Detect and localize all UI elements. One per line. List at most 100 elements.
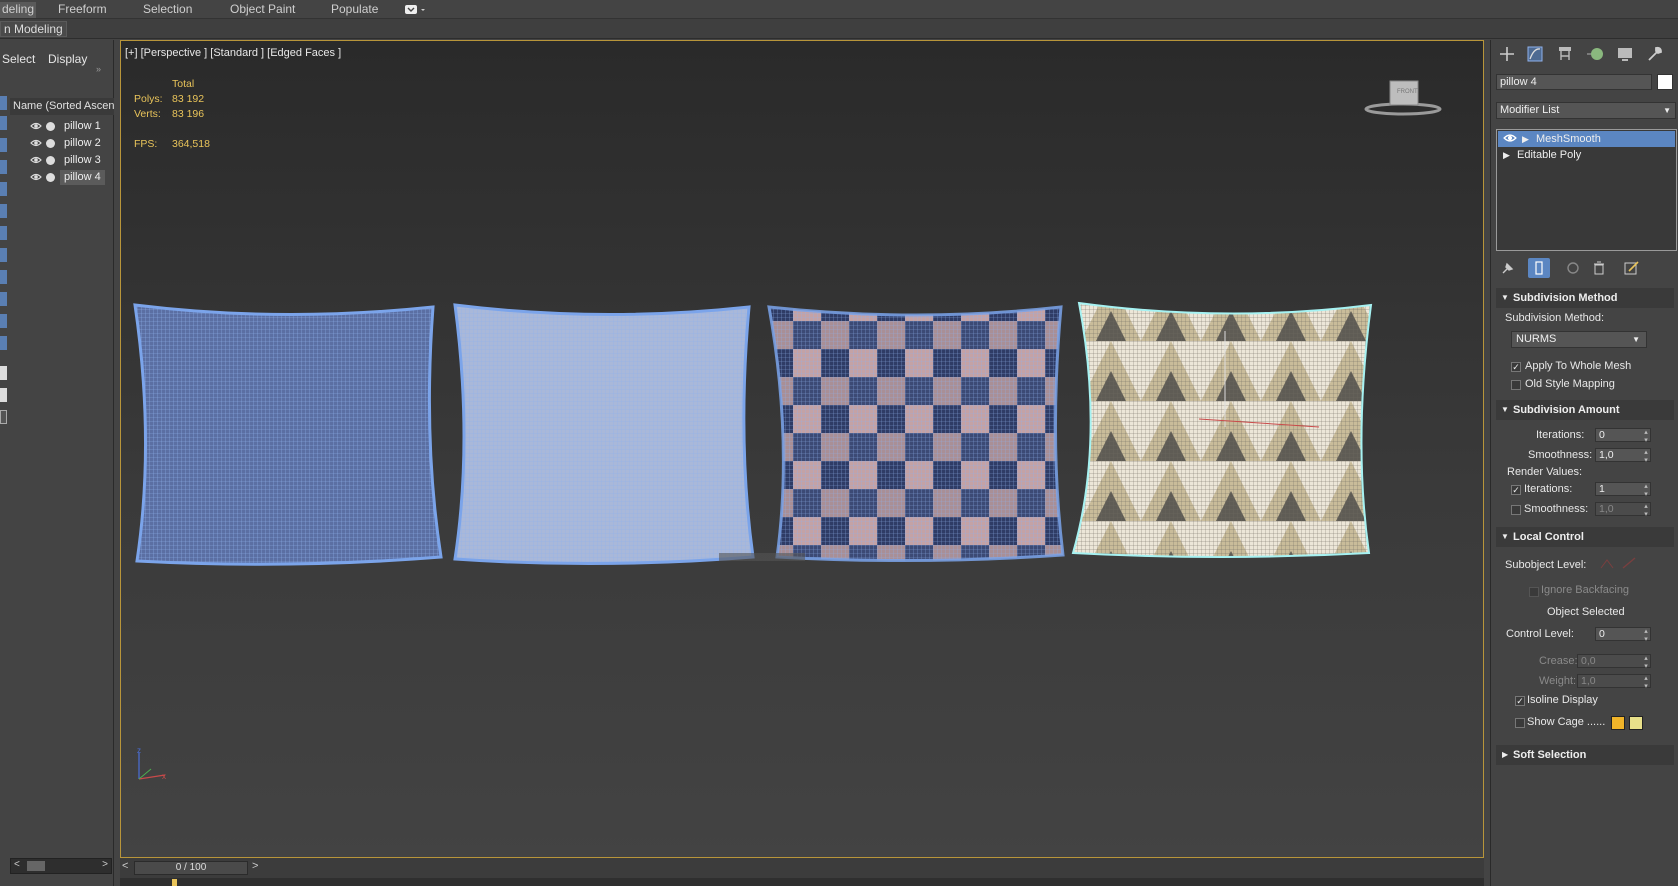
create-tab-icon[interactable] xyxy=(1497,44,1519,64)
cage-selection-color-swatch[interactable] xyxy=(1629,716,1643,730)
expand-arrow-icon[interactable]: ▶ xyxy=(1503,147,1510,163)
viewcube[interactable]: FRONT xyxy=(1363,79,1443,121)
make-unique-icon[interactable] xyxy=(1566,261,1580,278)
eye-icon[interactable] xyxy=(30,121,42,131)
ribbon-tab-freeform[interactable]: Freeform xyxy=(58,2,107,18)
utilities-tab-icon[interactable] xyxy=(1645,44,1667,64)
eye-icon[interactable] xyxy=(30,155,42,165)
weight-spinner[interactable]: 1,0 xyxy=(1577,674,1651,690)
rollout-subdivision-amount[interactable]: ▼ Subdivision Amount xyxy=(1496,400,1674,420)
list-item[interactable]: pillow 4 xyxy=(10,169,114,186)
isoline-display-checkbox[interactable]: ✓ xyxy=(1515,696,1525,706)
ribbon-tab-selection[interactable]: Selection xyxy=(143,2,192,18)
scroll-thumb[interactable] xyxy=(27,861,45,871)
display-none-filter-icon[interactable] xyxy=(0,410,7,424)
object-color-swatch[interactable] xyxy=(1657,74,1673,90)
display-shapes-icon[interactable] xyxy=(0,138,7,152)
show-cage-checkbox[interactable] xyxy=(1515,718,1525,728)
eye-icon[interactable] xyxy=(30,172,42,182)
trash-icon[interactable] xyxy=(1592,261,1606,278)
display-helpers-icon[interactable] xyxy=(0,204,7,218)
subdivision-method-dropdown[interactable]: NURMS ▼ xyxy=(1511,331,1647,348)
apply-whole-mesh-checkbox[interactable]: ✓ xyxy=(1511,362,1521,372)
display-containers-icon[interactable] xyxy=(0,314,7,328)
ribbon-tab-populate[interactable]: Populate xyxy=(331,2,378,18)
eye-icon[interactable] xyxy=(30,138,42,148)
display-tab-icon[interactable] xyxy=(1615,44,1637,64)
rollout-local-control[interactable]: ▼ Local Control xyxy=(1496,527,1674,547)
display-xrefs-icon[interactable] xyxy=(0,270,7,284)
list-item-label: pillow 4 xyxy=(60,170,105,185)
control-level-spinner[interactable]: 0 xyxy=(1595,627,1651,643)
next-frame-button[interactable]: > xyxy=(252,860,258,872)
render-toggle-icon[interactable] xyxy=(46,156,55,165)
cage-color-swatch[interactable] xyxy=(1611,716,1625,730)
display-spacewarps-icon[interactable] xyxy=(0,226,7,240)
object-name-field[interactable]: pillow 4 xyxy=(1496,74,1652,90)
expand-icon[interactable]: » xyxy=(96,64,101,74)
display-none-icon[interactable] xyxy=(0,96,7,110)
expand-arrow-icon[interactable]: ▶ xyxy=(1522,131,1529,147)
ribbon-tab-object-paint[interactable]: Object Paint xyxy=(230,2,295,18)
viewport-label[interactable]: [+] [Perspective ] [Standard ] [Edged Fa… xyxy=(125,47,341,59)
apply-whole-mesh-label: Apply To Whole Mesh xyxy=(1525,360,1632,372)
crease-spinner[interactable]: 0,0 xyxy=(1577,654,1651,670)
rollout-subdivision-method[interactable]: ▼ Subdivision Method xyxy=(1496,288,1674,308)
old-style-mapping-checkbox[interactable] xyxy=(1511,380,1521,390)
time-slider[interactable]: 0 / 100 xyxy=(134,861,248,875)
prev-frame-button[interactable]: < xyxy=(122,860,128,872)
explorer-scrollbar[interactable]: < > xyxy=(10,858,112,874)
list-item-label: pillow 3 xyxy=(64,154,101,166)
explorer-column-header[interactable]: Name (Sorted Ascending) xyxy=(10,98,114,115)
render-toggle-icon[interactable] xyxy=(46,139,55,148)
iterations-spinner[interactable]: 0 xyxy=(1595,428,1651,444)
edge-level-icon[interactable] xyxy=(1621,556,1637,573)
timeline-ruler[interactable] xyxy=(120,878,1484,886)
explorer-menu-display[interactable]: Display xyxy=(48,52,87,66)
list-item[interactable]: pillow 1 xyxy=(10,118,114,135)
render-iterations-spinner[interactable]: 1 xyxy=(1595,482,1651,498)
display-bones-icon[interactable] xyxy=(0,292,7,306)
display-groups-icon[interactable] xyxy=(0,248,7,262)
vertex-level-icon[interactable] xyxy=(1599,556,1615,573)
list-item[interactable]: pillow 2 xyxy=(10,135,114,152)
display-all-icon[interactable] xyxy=(0,366,7,380)
rollout-soft-selection[interactable]: ▶ Soft Selection xyxy=(1496,745,1674,765)
render-iterations-checkbox[interactable]: ✓ xyxy=(1511,485,1521,495)
ribbon-tab-modeling[interactable]: deling xyxy=(0,2,37,18)
show-end-result-icon[interactable] xyxy=(1528,258,1550,278)
motion-tab-icon[interactable] xyxy=(1585,44,1607,64)
render-smoothness-checkbox[interactable] xyxy=(1511,505,1521,515)
perspective-viewport[interactable]: z x [+] [Perspective ] [Standard ] [Edge… xyxy=(120,40,1484,858)
display-geometry-icon[interactable] xyxy=(0,116,7,130)
hierarchy-tab-icon[interactable] xyxy=(1555,44,1577,64)
ribbon-panel-label[interactable]: n Modeling xyxy=(0,21,67,37)
modifier-stack[interactable]: ▶ MeshSmooth ▶ Editable Poly xyxy=(1496,129,1677,251)
time-slider-bar: < 0 / 100 > xyxy=(120,858,1484,878)
modify-tab-icon[interactable] xyxy=(1525,44,1547,64)
modifier-list-dropdown[interactable]: Modifier List ▼ xyxy=(1496,102,1676,119)
scroll-left-icon[interactable]: < xyxy=(14,859,20,870)
render-toggle-icon[interactable] xyxy=(46,122,55,131)
ribbon-options-icon[interactable] xyxy=(405,4,427,20)
ignore-backfacing-checkbox[interactable] xyxy=(1529,587,1539,597)
display-cameras-icon[interactable] xyxy=(0,182,7,196)
fps-value: 364,518 xyxy=(172,138,210,150)
svg-text:x: x xyxy=(162,772,166,781)
render-toggle-icon[interactable] xyxy=(46,173,55,182)
pin-stack-icon[interactable] xyxy=(1500,261,1514,278)
smoothness-spinner[interactable]: 1,0 xyxy=(1595,448,1651,464)
render-iterations-label: Iterations: xyxy=(1524,483,1573,495)
configure-sets-icon[interactable] xyxy=(1624,261,1640,278)
stack-item-editable-poly[interactable]: ▶ Editable Poly xyxy=(1498,147,1675,163)
list-item[interactable]: pillow 3 xyxy=(10,152,114,169)
scroll-right-icon[interactable]: > xyxy=(102,859,108,870)
display-invert-icon[interactable] xyxy=(0,388,7,402)
display-lights-icon[interactable] xyxy=(0,160,7,174)
axis-tripod-icon: z x xyxy=(137,746,166,781)
display-frozen-icon[interactable] xyxy=(0,336,7,350)
explorer-menu-select[interactable]: Select xyxy=(2,52,35,66)
render-smoothness-spinner[interactable]: 1,0 xyxy=(1595,502,1651,518)
stack-item-meshsmooth[interactable]: ▶ MeshSmooth xyxy=(1498,131,1675,147)
time-marker[interactable] xyxy=(172,879,177,886)
